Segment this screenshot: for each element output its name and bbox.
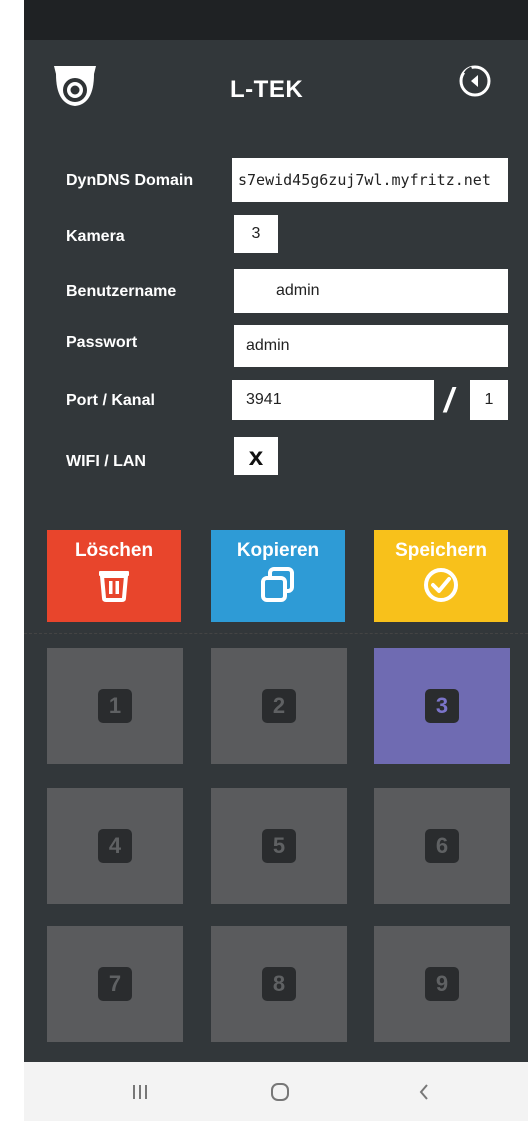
camera-number: 3 bbox=[425, 689, 459, 723]
camera-tile-6[interactable]: 6 bbox=[374, 788, 510, 904]
camera-input[interactable]: 3 bbox=[234, 215, 278, 253]
check-circle-icon bbox=[424, 568, 458, 602]
camera-tile-8[interactable]: 8 bbox=[211, 926, 347, 1042]
password-input[interactable]: admin bbox=[234, 325, 508, 367]
brand-logo: L-TEK bbox=[230, 76, 304, 103]
username-label: Benutzername bbox=[66, 283, 177, 300]
recent-apps-icon[interactable] bbox=[120, 1062, 160, 1121]
delete-label: Löschen bbox=[74, 540, 154, 561]
password-label: Passwort bbox=[66, 334, 138, 351]
camera-number: 6 bbox=[425, 829, 459, 863]
port-input[interactable]: 3941 bbox=[232, 380, 434, 420]
camera-number: 9 bbox=[425, 967, 459, 1001]
system-nav-bar bbox=[24, 1062, 528, 1121]
wifi-lan-label: WIFI / LAN bbox=[66, 453, 146, 470]
port-label: Port / Kanal bbox=[66, 392, 155, 409]
username-input[interactable]: admin bbox=[234, 269, 508, 313]
save-label: Speichern bbox=[395, 540, 487, 561]
camera-number: 7 bbox=[98, 967, 132, 1001]
copy-button[interactable]: Kopieren bbox=[211, 530, 345, 622]
camera-number: 4 bbox=[98, 829, 132, 863]
section-divider bbox=[24, 633, 528, 635]
back-icon[interactable] bbox=[458, 64, 492, 98]
camera-tile-3[interactable]: 3 bbox=[374, 648, 510, 764]
home-icon[interactable] bbox=[258, 1062, 302, 1121]
camera-label: Kamera bbox=[66, 228, 125, 245]
trash-icon bbox=[99, 571, 129, 602]
camera-tile-4[interactable]: 4 bbox=[47, 788, 183, 904]
channel-input[interactable]: 1 bbox=[470, 380, 508, 420]
camera-number: 1 bbox=[98, 689, 132, 723]
copy-label: Kopieren bbox=[236, 540, 320, 561]
delete-button[interactable]: Löschen bbox=[47, 530, 181, 622]
app-screen: L-TEK DynDNS Domain s7ewid45g6zuj7wl.myf… bbox=[24, 0, 528, 1062]
camera-tile-1[interactable]: 1 bbox=[47, 648, 183, 764]
copy-icon bbox=[261, 567, 294, 602]
camera-number: 8 bbox=[262, 967, 296, 1001]
security-camera-icon bbox=[50, 60, 100, 110]
status-bar bbox=[24, 0, 528, 40]
dyndns-label: DynDNS Domain bbox=[66, 172, 194, 189]
camera-number: 5 bbox=[262, 829, 296, 863]
back-arrow-icon[interactable] bbox=[404, 1062, 444, 1121]
camera-tile-5[interactable]: 5 bbox=[211, 788, 347, 904]
camera-tile-7[interactable]: 7 bbox=[47, 926, 183, 1042]
port-channel-separator: / bbox=[444, 382, 454, 420]
camera-tile-2[interactable]: 2 bbox=[211, 648, 347, 764]
wifi-lan-checkbox[interactable]: x bbox=[234, 437, 278, 475]
dyndns-input[interactable]: s7ewid45g6zuj7wl.myfritz.net bbox=[232, 158, 508, 202]
camera-number: 2 bbox=[262, 689, 296, 723]
camera-tile-9[interactable]: 9 bbox=[374, 926, 510, 1042]
save-button[interactable]: Speichern bbox=[374, 530, 508, 622]
